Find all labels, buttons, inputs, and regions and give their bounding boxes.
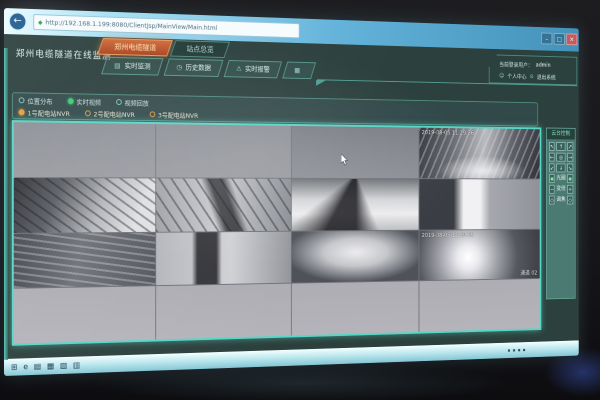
close-button[interactable]: ✕ bbox=[566, 33, 577, 45]
window-controls: – □ ✕ bbox=[541, 33, 577, 46]
site-security-icon: ◆ bbox=[38, 19, 42, 26]
username: admin bbox=[536, 62, 551, 69]
radio-nvr-2[interactable]: 2号配电站NVR bbox=[85, 108, 135, 119]
camera-cell[interactable] bbox=[291, 126, 418, 178]
monitor-icon: ▤ bbox=[114, 62, 120, 70]
camera-cell[interactable] bbox=[156, 178, 290, 231]
camera-cell[interactable] bbox=[419, 179, 540, 229]
focus-label: 调焦 bbox=[556, 196, 565, 205]
radio-nvr-3[interactable]: 3号配电站NVR bbox=[150, 109, 199, 119]
camera-cell[interactable] bbox=[156, 284, 290, 340]
menu-item-history-data[interactable]: ◷ 历史数据 bbox=[163, 58, 223, 77]
radio-icon bbox=[116, 99, 122, 105]
user-panel: 当前登录用户： admin ☺ 个人中心 ⊙ 退出系统 bbox=[489, 54, 577, 85]
login-user-label: 当前登录用户： bbox=[499, 60, 532, 69]
menu-item-realtime-monitor[interactable]: ▤ 实时监测 bbox=[101, 57, 163, 76]
tray-icon: ▪ bbox=[508, 348, 511, 354]
radio-icon bbox=[85, 110, 91, 116]
camera-osd-timestamp: 2019-08-05 11:29:36 bbox=[422, 130, 474, 137]
tray-icon: ▪ bbox=[518, 347, 521, 352]
browser-icon[interactable]: e bbox=[23, 362, 28, 372]
ptz-up-left-button[interactable]: ↖ bbox=[549, 142, 555, 151]
radio-location-map[interactable]: 位置分布 bbox=[19, 95, 53, 106]
ptz-down-button[interactable]: ↓ bbox=[556, 163, 565, 172]
focus-near-button[interactable]: ◇ bbox=[549, 196, 555, 205]
camera-cell[interactable] bbox=[156, 124, 290, 178]
taskbar-app-icon[interactable]: ▧ bbox=[60, 360, 67, 370]
taskbar-app-icon[interactable]: ▦ bbox=[47, 361, 54, 371]
focus-far-button[interactable]: ◇ bbox=[567, 196, 573, 205]
maximize-button[interactable]: □ bbox=[554, 33, 565, 45]
camera-cell[interactable] bbox=[291, 179, 418, 231]
start-button-icon[interactable]: ⊞ bbox=[11, 362, 18, 372]
ptz-controls: ↖ ↑ ↗ ← ◎ → ↙ ↓ ↘ ◉ 光圈 ◉ − 变倍 + ◇ 调焦 ◇ bbox=[547, 139, 575, 207]
system-tray: ▪ ▪ ▪ ▪ bbox=[508, 345, 579, 353]
taskbar-app-icon[interactable]: ▥ bbox=[73, 360, 80, 370]
radio-icon bbox=[19, 109, 25, 115]
history-icon: ◷ bbox=[176, 63, 182, 71]
logout-link[interactable]: 退出系统 bbox=[537, 73, 556, 82]
camera-cell[interactable]: 2019-08-05 11:29:36 bbox=[419, 128, 540, 179]
menu-item-report[interactable]: ▦ bbox=[282, 62, 316, 80]
camera-cell[interactable] bbox=[419, 279, 540, 332]
iris-plus-button[interactable]: ◉ bbox=[567, 174, 573, 183]
profile-link[interactable]: 个人中心 bbox=[507, 72, 526, 81]
mouse-cursor bbox=[341, 152, 349, 170]
power-icon: ⊙ bbox=[530, 73, 534, 79]
video-wall-frame: 2019-08-05 11:29:36 2019-08-05 11:29:39 … bbox=[12, 120, 541, 346]
radio-video-playback[interactable]: 视频回放 bbox=[116, 97, 149, 107]
report-icon: ▦ bbox=[294, 66, 300, 74]
tray-icon: ▪ bbox=[523, 347, 526, 352]
menu-item-realtime-alarm[interactable]: ⚠ 实时报警 bbox=[223, 60, 282, 78]
photo-background: ← ◆ http://192.168.1.199:8080/ClientJsp/… bbox=[0, 0, 600, 400]
minimize-button[interactable]: – bbox=[541, 33, 552, 45]
camera-cell[interactable] bbox=[291, 230, 418, 283]
alarm-icon: ⚠ bbox=[236, 65, 242, 73]
camera-cell[interactable] bbox=[14, 122, 156, 177]
monitor-screen: ← ◆ http://192.168.1.199:8080/ClientJsp/… bbox=[4, 8, 579, 376]
tab-bar: 郑州电缆隧道 站点总览 bbox=[100, 38, 227, 58]
address-bar[interactable]: ◆ http://192.168.1.199:8080/ClientJsp/Ma… bbox=[33, 14, 299, 38]
ptz-panel-title: 云台控制 bbox=[547, 128, 575, 139]
iris-label: 光圈 bbox=[556, 174, 565, 183]
tray-icon: ▪ bbox=[513, 347, 516, 352]
taskbar-icons: ⊞ e ▤ ▦ ▧ ▥ bbox=[4, 360, 80, 373]
ptz-down-right-button[interactable]: ↘ bbox=[567, 163, 573, 172]
browser-back-button[interactable]: ← bbox=[9, 12, 27, 31]
video-wall: 2019-08-05 11:29:36 2019-08-05 11:29:39 … bbox=[14, 122, 540, 344]
taskbar-app-icon[interactable]: ▤ bbox=[34, 361, 41, 371]
ptz-left-button[interactable]: ← bbox=[549, 153, 555, 162]
windows-taskbar: ⊞ e ▤ ▦ ▧ ▥ ▪ ▪ ▪ ▪ bbox=[4, 340, 579, 376]
camera-cell[interactable] bbox=[14, 232, 156, 288]
zoom-label: 变倍 bbox=[556, 185, 565, 194]
radio-nvr-1[interactable]: 1号配电站NVR bbox=[19, 107, 70, 118]
url-text: http://192.168.1.199:8080/ClientJsp/Main… bbox=[45, 18, 217, 31]
tab-site-overview[interactable]: 站点总览 bbox=[170, 40, 230, 58]
tab-tunnel[interactable]: 郑州电缆隧道 bbox=[97, 38, 173, 56]
ptz-up-button[interactable]: ↑ bbox=[556, 142, 565, 151]
camera-osd-name: 通道 02 bbox=[520, 268, 537, 276]
browser-titlebar: ← ◆ http://192.168.1.199:8080/ClientJsp/… bbox=[4, 8, 579, 52]
camera-cell[interactable] bbox=[14, 286, 156, 343]
camera-cell[interactable] bbox=[156, 231, 290, 285]
ptz-down-left-button[interactable]: ↙ bbox=[549, 163, 555, 172]
ptz-center-button[interactable]: ◎ bbox=[556, 153, 565, 162]
camera-cell[interactable] bbox=[291, 281, 418, 335]
radio-icon bbox=[68, 98, 74, 104]
ptz-panel: 云台控制 ↖ ↑ ↗ ← ◎ → ↙ ↓ ↘ ◉ 光圈 ◉ − 变倍 + ◇ 调… bbox=[546, 128, 576, 300]
ptz-right-button[interactable]: → bbox=[567, 153, 573, 162]
camera-osd-timestamp: 2019-08-05 11:29:39 bbox=[422, 232, 474, 239]
camera-cell[interactable] bbox=[14, 178, 156, 233]
radio-live-video[interactable]: 实时视频 bbox=[68, 96, 101, 106]
ptz-up-right-button[interactable]: ↗ bbox=[567, 142, 573, 151]
page-edge-glow bbox=[4, 48, 8, 360]
zoom-out-button[interactable]: − bbox=[549, 185, 555, 194]
iris-minus-button[interactable]: ◉ bbox=[549, 174, 555, 183]
radio-icon bbox=[19, 97, 25, 103]
main-menu: ▤ 实时监测 ◷ 历史数据 ⚠ 实时报警 ▦ bbox=[104, 57, 313, 80]
person-icon: ☺ bbox=[499, 73, 504, 79]
radio-icon bbox=[150, 111, 156, 117]
camera-cell[interactable]: 2019-08-05 11:29:39 通道 02 bbox=[419, 229, 540, 280]
zoom-in-button[interactable]: + bbox=[567, 185, 573, 194]
